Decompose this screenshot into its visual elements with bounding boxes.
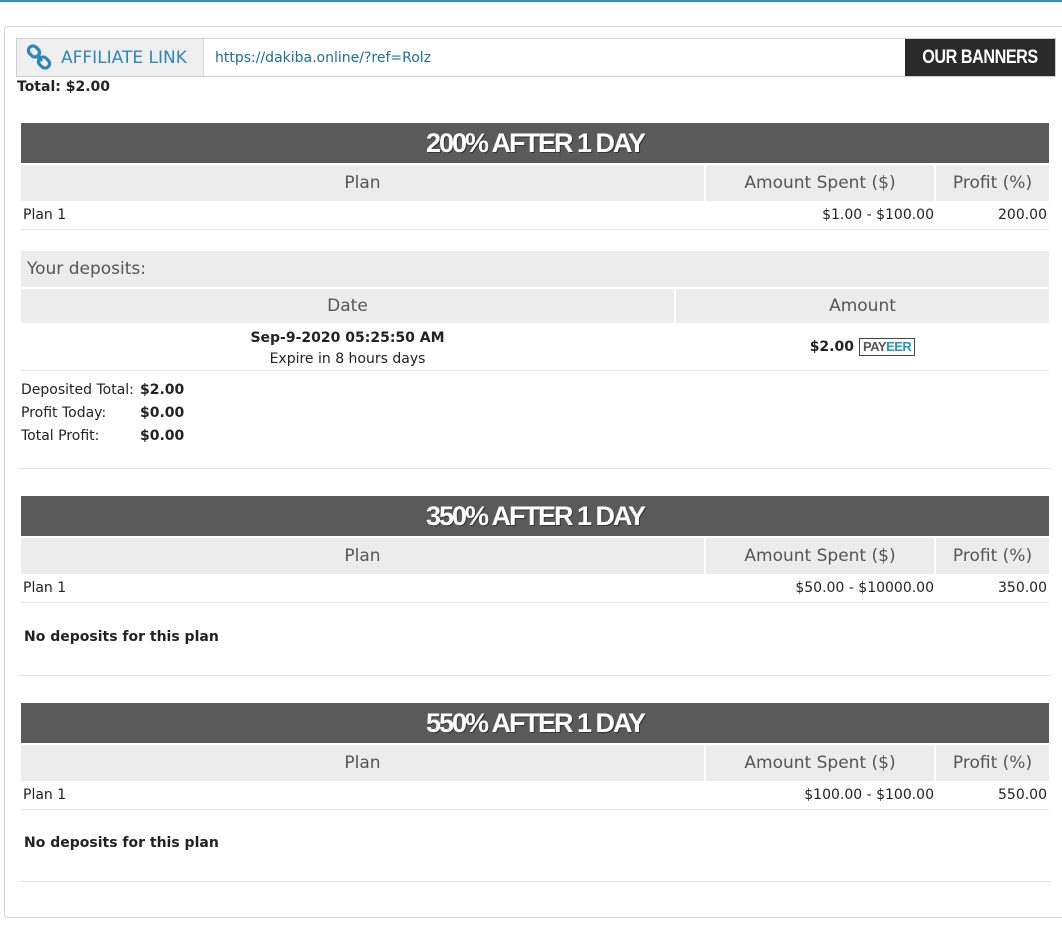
your-deposits-title: Your deposits:	[21, 251, 1049, 287]
table-row: Plan 1 $1.00 - $100.00 200.00	[21, 201, 1049, 230]
col-plan-header: Plan	[21, 165, 704, 201]
plan-amount-range: $100.00 - $100.00	[804, 787, 934, 803]
our-banners-button[interactable]: OUR BANNERS	[905, 39, 1055, 76]
plan-title: 550% AFTER 1 DAY	[21, 703, 1049, 743]
col-date-header: Date	[21, 289, 674, 323]
col-amount-header: Amount	[676, 289, 1049, 323]
deposit-amount-cell: $2.00 PAYEER	[676, 323, 1049, 370]
deposit-stats: Deposited Total: $2.00 Profit Today: $0.…	[21, 378, 184, 447]
plan-name: Plan 1	[23, 207, 67, 223]
payeer-logo: PAYEER	[858, 337, 916, 356]
plan-title: 350% AFTER 1 DAY	[21, 496, 1049, 536]
plan-title: 200% AFTER 1 DAY	[21, 123, 1049, 163]
stat-profit-today: Profit Today: $0.00	[21, 404, 185, 421]
your-deposits: Your deposits: Date Amount Sep-9-2020 05…	[21, 251, 1049, 371]
section-divider	[19, 881, 1051, 882]
col-amount-header: Amount Spent ($)	[706, 745, 934, 781]
link-icon	[25, 43, 53, 72]
plan-profit: 350.00	[998, 580, 1047, 596]
affiliate-bar: AFFILIATE LINK https://dakiba.online/?re…	[16, 38, 1056, 77]
our-banners-label: OUR BANNERS	[916, 39, 1044, 76]
col-plan-header: Plan	[21, 745, 704, 781]
deposit-amount: $2.00	[809, 338, 854, 355]
col-profit-header: Profit (%)	[936, 538, 1049, 574]
no-deposits-message: No deposits for this plan	[24, 629, 219, 645]
affiliate-label-text: AFFILIATE LINK	[61, 47, 187, 68]
deposit-expire: Expire in 8 hours days	[269, 351, 426, 367]
affiliate-url-field[interactable]: https://dakiba.online/?ref=Rolz	[204, 39, 905, 76]
plan-name: Plan 1	[23, 580, 67, 596]
no-deposits-message: No deposits for this plan	[24, 835, 219, 851]
plan-section-200: 200% AFTER 1 DAY Plan Amount Spent ($) P…	[21, 123, 1049, 230]
plan-table-header: Plan Amount Spent ($) Profit (%)	[21, 165, 1049, 201]
plan-profit: 550.00	[998, 787, 1047, 803]
col-profit-header: Profit (%)	[936, 745, 1049, 781]
deposits-table-header: Date Amount	[21, 289, 1049, 323]
deposit-date: Sep-9-2020 05:25:50 AM	[250, 330, 445, 346]
col-profit-header: Profit (%)	[936, 165, 1049, 201]
total-amount: Total: $2.00	[17, 79, 111, 95]
col-amount-header: Amount Spent ($)	[706, 538, 934, 574]
deposit-date-cell: Sep-9-2020 05:25:50 AM Expire in 8 hours…	[21, 323, 674, 370]
table-row: Plan 1 $50.00 - $10000.00 350.00	[21, 574, 1049, 603]
plan-section-350: 350% AFTER 1 DAY Plan Amount Spent ($) P…	[21, 496, 1049, 603]
plan-table-header: Plan Amount Spent ($) Profit (%)	[21, 745, 1049, 781]
plan-profit: 200.00	[998, 207, 1047, 223]
col-amount-header: Amount Spent ($)	[706, 165, 934, 201]
plan-section-550: 550% AFTER 1 DAY Plan Amount Spent ($) P…	[21, 703, 1049, 810]
table-row: Plan 1 $100.00 - $100.00 550.00	[21, 781, 1049, 810]
top-accent-line	[0, 0, 1062, 2]
stat-total-profit: Total Profit: $0.00	[21, 427, 185, 444]
affiliate-label: AFFILIATE LINK	[17, 39, 204, 76]
plan-table-header: Plan Amount Spent ($) Profit (%)	[21, 538, 1049, 574]
col-plan-header: Plan	[21, 538, 704, 574]
deposit-row: Sep-9-2020 05:25:50 AM Expire in 8 hours…	[21, 323, 1049, 371]
plan-amount-range: $1.00 - $100.00	[822, 207, 934, 223]
plan-amount-range: $50.00 - $10000.00	[795, 580, 934, 596]
plan-name: Plan 1	[23, 787, 67, 803]
stat-deposited-total: Deposited Total: $2.00	[21, 381, 185, 398]
section-divider	[19, 675, 1051, 676]
section-divider	[19, 468, 1051, 469]
